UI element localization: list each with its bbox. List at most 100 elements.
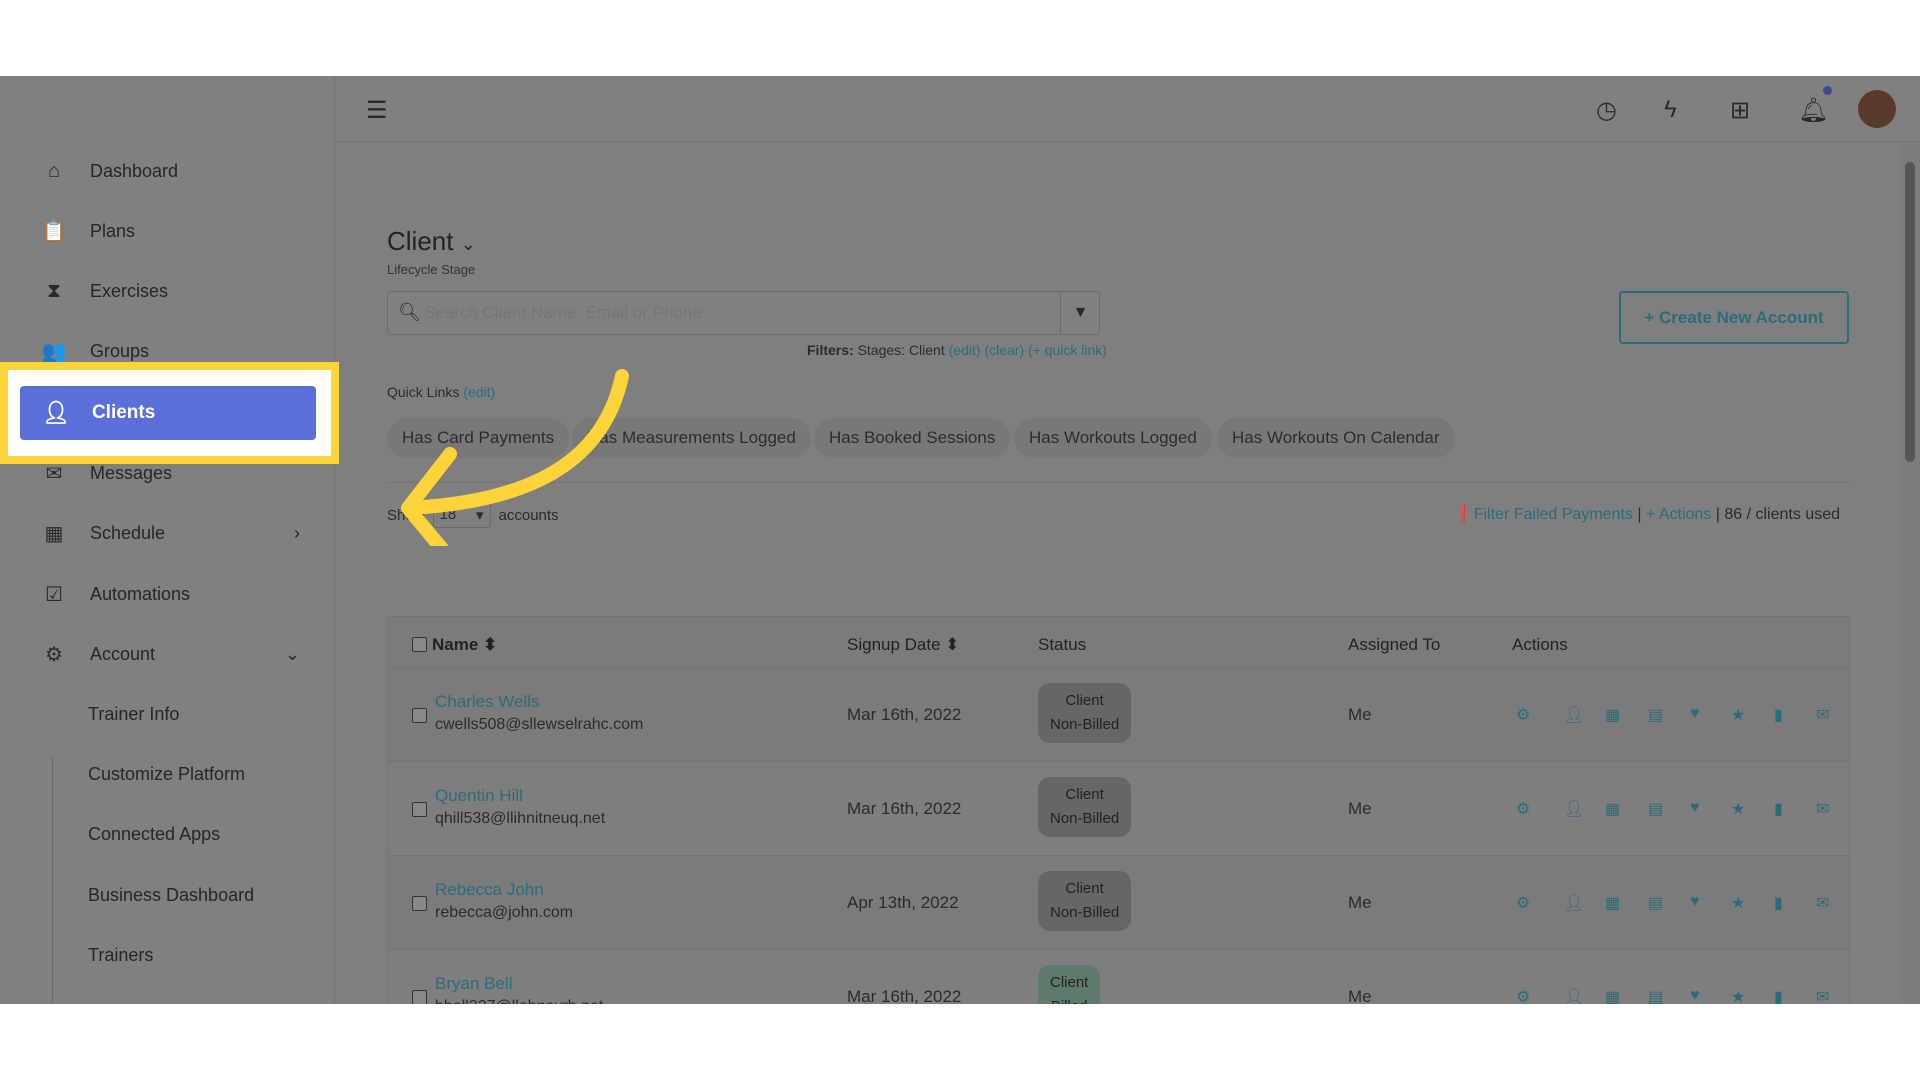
label: Plans <box>90 220 136 241</box>
sidebar-sub-customize-platform[interactable]: Customize Platform <box>88 764 245 785</box>
document-icon[interactable]: ▤ <box>1648 987 1663 1004</box>
heart-icon[interactable]: ♥ <box>1690 987 1700 1004</box>
filter-icon[interactable]: ▼ <box>1060 292 1100 334</box>
sidebar-item-exercises[interactable]: ⧗ Exercises <box>40 276 168 306</box>
client-name-link[interactable]: Quentin Hill <box>435 786 523 806</box>
row-checkbox[interactable] <box>412 896 427 911</box>
heart-icon[interactable]: ♥ <box>1690 893 1700 911</box>
document-icon[interactable]: ▤ <box>1648 705 1663 725</box>
sidebar-item-dashboard[interactable]: ⌂ Dashboard <box>40 156 178 186</box>
calendar-icon[interactable]: ▦ <box>1605 893 1620 913</box>
signup-date: Mar 16th, 2022 <box>847 705 962 724</box>
sidebar-sub-business-dashboard[interactable]: Business Dashboard <box>88 885 254 906</box>
quick-link-add[interactable]: (+ quick link) <box>1028 342 1107 358</box>
bar-chart-icon[interactable]: ▮ <box>1774 799 1783 819</box>
scrollbar-thumb[interactable] <box>1905 162 1915 462</box>
sidebar-sub-connected-apps[interactable]: Connected Apps <box>88 824 220 845</box>
client-name-link[interactable]: Bryan Bell <box>435 974 512 994</box>
gear-icon[interactable]: ⚙ <box>1516 987 1530 1004</box>
table-row: Charles Wells cwells508@sllewselrahc.com… <box>388 667 1849 761</box>
label: Schedule <box>90 522 166 543</box>
calendar-icon[interactable]: ▦ <box>1605 705 1620 725</box>
sidebar-sub-trainer-info[interactable]: Trainer Info <box>88 704 179 725</box>
sidebar-item-automations[interactable]: ☑ Automations <box>40 579 190 609</box>
bar-chart-icon[interactable]: ▮ <box>1774 987 1783 1004</box>
table-row: Rebecca John rebecca@john.com Apr 13th, … <box>388 855 1849 949</box>
dumbbell-icon: ⧗ <box>46 279 62 302</box>
chevron-right-icon: › <box>294 522 300 543</box>
envelope-icon[interactable]: ✉ <box>1816 893 1829 913</box>
envelope-icon[interactable]: ✉ <box>1816 705 1829 725</box>
user-icon[interactable]: 👤︎ <box>1564 705 1584 725</box>
filters-edit-link[interactable]: (edit) <box>949 342 981 358</box>
actions-link[interactable]: + Actions <box>1646 506 1711 523</box>
filters-line: Filters: Stages: Client (edit) (clear) (… <box>807 342 1107 358</box>
bar-chart-icon[interactable]: ▮ <box>1774 705 1783 725</box>
gear-icon[interactable]: ⚙ <box>1516 799 1530 819</box>
star-icon[interactable]: ★ <box>1731 987 1745 1004</box>
select-all-checkbox[interactable] <box>412 637 427 652</box>
gear-icon[interactable]: ⚙ <box>1516 705 1530 725</box>
assigned-to: Me <box>1348 893 1372 912</box>
topbar: ☰ ◷ ϟ ⊞ 🔔︎ <box>336 76 1920 142</box>
highlight-box: 👤︎ Clients <box>0 362 339 464</box>
status-line: Non-Billed <box>1050 716 1120 733</box>
sidebar-item-plans[interactable]: 📋 Plans <box>40 216 135 246</box>
status-badge: Client Non-Billed <box>1038 871 1132 931</box>
create-new-account-button[interactable]: + Create New Account <box>1619 291 1849 344</box>
sidebar-item-account[interactable]: ⚙ Account ⌄ <box>40 639 300 669</box>
sidebar-sub-trainers[interactable]: Trainers <box>88 945 153 966</box>
hamburger-menu-icon[interactable]: ☰ <box>366 96 388 125</box>
lifecycle-dropdown[interactable]: Client ⌄ <box>387 226 476 257</box>
user-icon[interactable]: 👤︎ <box>1564 799 1584 819</box>
clipboard-icon: 📋 <box>41 220 67 243</box>
bar-chart-icon[interactable]: ▮ <box>1774 893 1783 913</box>
apps-grid-icon[interactable]: ⊞ <box>1730 96 1750 125</box>
gear-icon: ⚙ <box>45 643 63 666</box>
avatar[interactable] <box>1858 90 1896 128</box>
chip-workouts-logged[interactable]: Has Workouts Logged <box>1014 418 1212 458</box>
alert-icon: ❗ <box>1453 506 1474 523</box>
scrollbar[interactable] <box>1900 142 1920 1004</box>
calendar-icon[interactable]: ▦ <box>1605 987 1620 1004</box>
envelope-icon[interactable]: ✉ <box>1816 987 1829 1004</box>
star-icon[interactable]: ★ <box>1731 893 1745 913</box>
signup-sort-header[interactable]: Signup Date ⬍ <box>847 635 960 655</box>
user-icon[interactable]: 👤︎ <box>1564 893 1584 913</box>
status-line: Billed <box>1050 995 1088 1004</box>
bell-icon[interactable]: 🔔︎ <box>1798 96 1828 125</box>
checkbox-icon: ☑ <box>45 583 63 606</box>
client-name-link[interactable]: Charles Wells <box>435 692 540 712</box>
client-name-link[interactable]: Rebecca John <box>435 880 544 900</box>
row-checkbox[interactable] <box>412 708 427 723</box>
document-icon[interactable]: ▤ <box>1648 799 1663 819</box>
user-icon: 👤︎ <box>42 400 70 425</box>
envelope-icon[interactable]: ✉ <box>1816 799 1829 819</box>
filter-failed-payments-link[interactable]: Filter Failed Payments <box>1474 506 1633 523</box>
status-line: Non-Billed <box>1050 810 1120 827</box>
row-checkbox[interactable] <box>412 990 427 1004</box>
sidebar-item-schedule[interactable]: ▦ Schedule › <box>40 518 300 548</box>
assigned-header: Assigned To <box>1348 635 1441 654</box>
filters-clear-link[interactable]: (clear) <box>984 342 1024 358</box>
chip-workouts-calendar[interactable]: Has Workouts On Calendar <box>1217 418 1455 458</box>
lightning-icon[interactable]: ϟ <box>1664 96 1677 124</box>
clock-icon[interactable]: ◷ <box>1596 96 1617 125</box>
status-badge: Client Non-Billed <box>1038 683 1132 743</box>
chip-booked-sessions[interactable]: Has Booked Sessions <box>814 418 1011 458</box>
calendar-icon[interactable]: ▦ <box>1605 799 1620 819</box>
heart-icon[interactable]: ♥ <box>1690 705 1700 723</box>
name-sort-header[interactable]: Name ⬍ <box>432 635 497 655</box>
user-icon[interactable]: 👤︎ <box>1564 987 1584 1004</box>
row-checkbox[interactable] <box>412 802 427 817</box>
star-icon[interactable]: ★ <box>1731 799 1745 819</box>
divider <box>52 756 53 1004</box>
sidebar-item-clients[interactable]: 👤︎ Clients <box>20 386 316 440</box>
gear-icon[interactable]: ⚙ <box>1516 893 1530 913</box>
star-icon[interactable]: ★ <box>1731 705 1745 725</box>
heart-icon[interactable]: ♥ <box>1690 799 1700 817</box>
status-line: Non-Billed <box>1050 904 1120 921</box>
page-subtitle: Lifecycle Stage <box>387 262 476 277</box>
label: Automations <box>90 583 191 604</box>
document-icon[interactable]: ▤ <box>1648 893 1663 913</box>
